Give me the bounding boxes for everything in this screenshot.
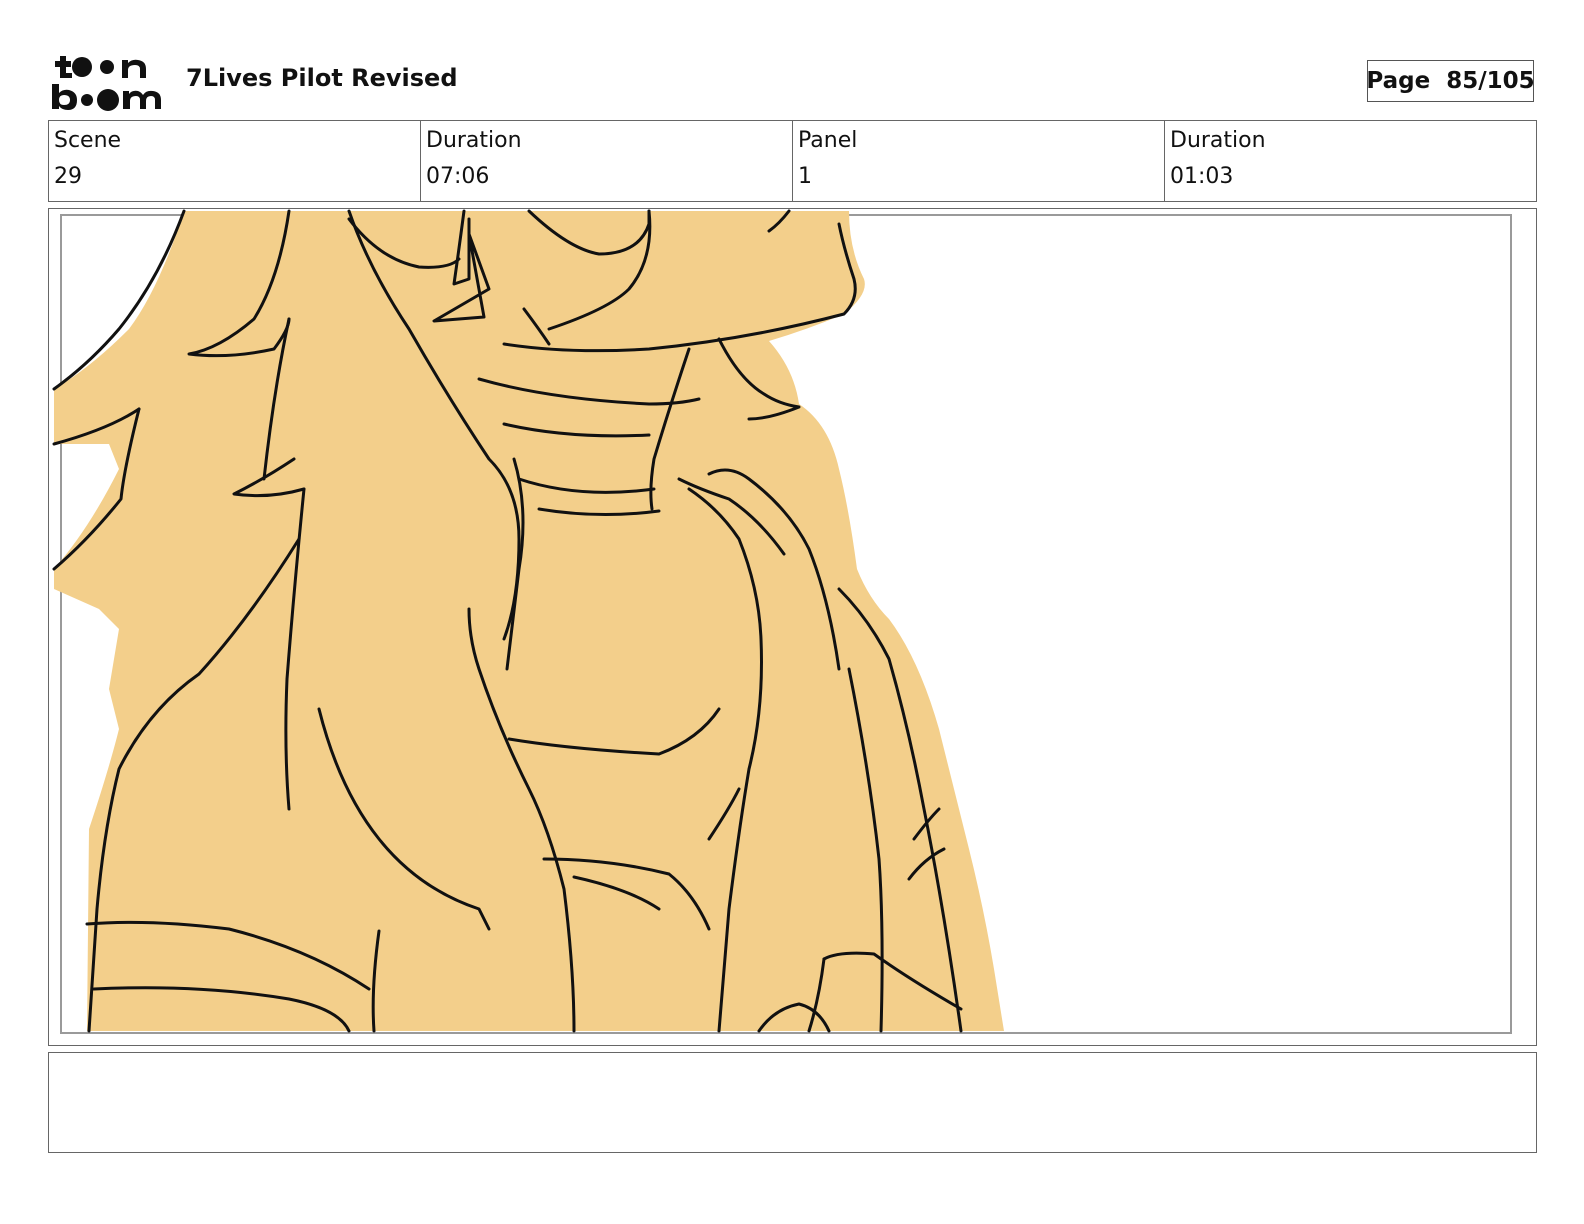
panel-drawing xyxy=(52,209,1512,1034)
panel-cell: Panel 1 xyxy=(793,121,1165,201)
panel-duration-cell: Duration 01:03 xyxy=(1165,121,1536,201)
toonboom-logo xyxy=(52,56,161,111)
scene-duration-cell: Duration 07:06 xyxy=(421,121,793,201)
character-fill xyxy=(54,211,1004,1031)
page-indicator: Page 85/105 xyxy=(1366,60,1535,102)
scene-cell: Scene 29 xyxy=(49,121,421,201)
scene-duration-value: 07:06 xyxy=(426,164,490,189)
panel-duration-label: Duration xyxy=(1170,128,1266,153)
panel-label: Panel xyxy=(798,128,858,153)
storyboard-panel xyxy=(48,208,1537,1046)
panel-info-table: Scene 29 Duration 07:06 Panel 1 Duration… xyxy=(48,120,1537,202)
scene-duration-label: Duration xyxy=(426,128,522,153)
scene-value: 29 xyxy=(54,164,82,189)
scene-label: Scene xyxy=(54,128,122,153)
panel-duration-value: 01:03 xyxy=(1170,164,1234,189)
panel-notes-box xyxy=(48,1052,1537,1153)
document-title: 7Lives Pilot Revised xyxy=(186,64,458,92)
panel-value: 1 xyxy=(798,164,812,189)
